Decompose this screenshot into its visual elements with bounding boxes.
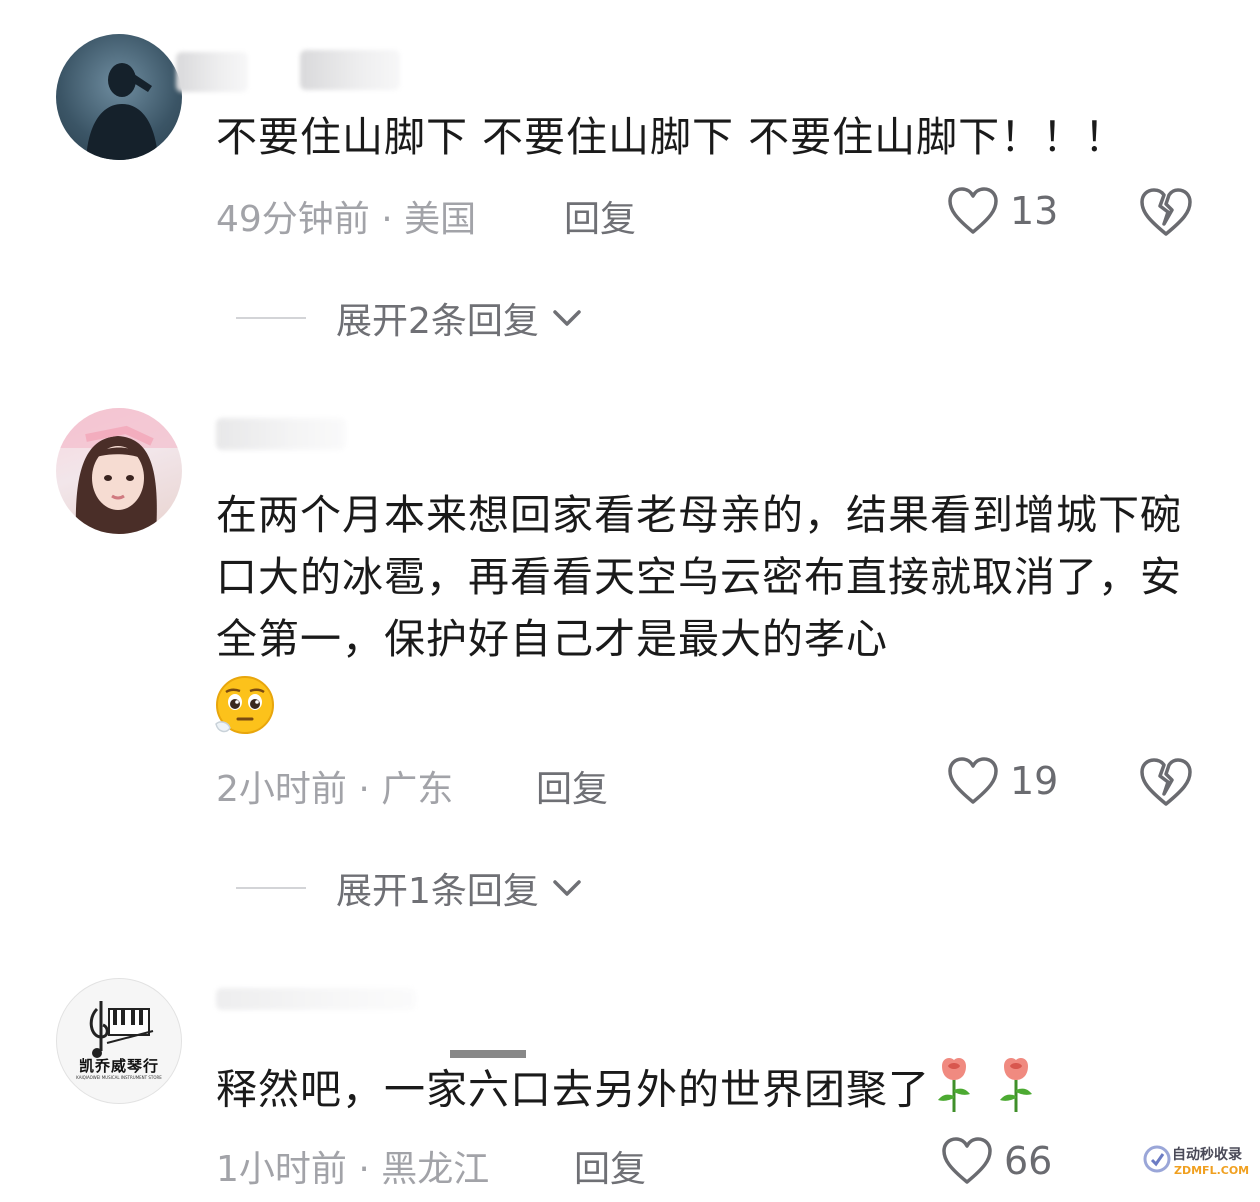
avatar-store-name: 凯乔威琴行 xyxy=(78,1057,159,1075)
avatar[interactable]: 凯乔威琴行 KAIQIAOWEI MUSICAL INSTRUMENT STOR… xyxy=(56,978,182,1104)
rose-emoji xyxy=(930,1054,978,1131)
heart-outline-icon xyxy=(942,1137,992,1184)
broken-heart-icon xyxy=(1140,758,1192,806)
heart-outline-icon xyxy=(948,757,998,804)
comment-text: 在两个月本来想回家看老母亲的，结果看到增城下碗口大的冰雹，再看看天空乌云密布直接… xyxy=(216,491,1182,663)
like-button[interactable]: 13 xyxy=(946,186,1058,236)
divider-line xyxy=(236,887,306,889)
dislike-button[interactable] xyxy=(1138,186,1194,242)
dislike-button[interactable] xyxy=(1138,756,1194,812)
reply-button[interactable]: 回复 xyxy=(536,760,608,812)
like-button[interactable]: 66 xyxy=(940,1136,1052,1186)
music-store-logo xyxy=(89,1001,154,1058)
expand-replies-label: 展开1条回复 xyxy=(336,871,539,912)
watermark-line2: ZDMFL.COM xyxy=(1174,1164,1250,1177)
time-location: 1小时前 · 黑龙江 xyxy=(216,1149,490,1190)
avatar[interactable] xyxy=(56,408,182,534)
heart-outline-icon xyxy=(948,187,998,234)
divider-line xyxy=(236,317,306,319)
rose-emoji xyxy=(992,1054,1040,1131)
username-blurred[interactable] xyxy=(300,50,400,90)
censor-bar xyxy=(450,1050,526,1058)
like-button[interactable]: 19 xyxy=(946,756,1058,806)
watermark-logo-icon xyxy=(1143,1145,1171,1173)
watermark: 自动秒收录 ZDMFL.COM xyxy=(1142,1136,1258,1192)
avatar-store-subname: KAIQIAOWEI MUSICAL INSTRUMENT STORE xyxy=(76,1075,162,1080)
expand-replies-button[interactable]: 展开2条回复 xyxy=(236,292,587,344)
avatar[interactable] xyxy=(56,34,182,160)
like-count: 13 xyxy=(1010,189,1059,233)
watermark-line1: 自动秒收录 xyxy=(1172,1147,1242,1163)
username-blurred[interactable] xyxy=(216,988,416,1010)
chevron-down-icon xyxy=(553,310,581,326)
expand-replies-button[interactable]: 展开1条回复 xyxy=(236,862,587,914)
girl-portrait-image xyxy=(56,408,182,534)
comment-text: 释然吧，一家六口去另外的世界团聚了 xyxy=(216,1054,1216,1131)
time-location: 49分钟前 · 美国 xyxy=(216,199,477,240)
comment-text-content: 释然吧，一家六口去另外的世界团聚了 xyxy=(216,1065,930,1114)
pleading-face-emoji xyxy=(214,674,276,740)
expand-replies-label: 展开2条回复 xyxy=(336,301,539,342)
reply-button[interactable]: 回复 xyxy=(574,1140,646,1192)
time-location: 2小时前 · 广东 xyxy=(216,769,454,810)
like-count: 66 xyxy=(1004,1139,1053,1183)
like-count: 19 xyxy=(1010,759,1059,803)
username-blurred[interactable] xyxy=(216,418,346,450)
silhouette-image xyxy=(86,63,158,160)
reply-button[interactable]: 回复 xyxy=(564,190,636,242)
chevron-down-icon xyxy=(553,880,581,896)
username-blurred[interactable] xyxy=(176,52,248,92)
broken-heart-icon xyxy=(1140,188,1192,236)
comment-text: 不要住山脚下 不要住山脚下 不要住山脚下！！！ xyxy=(216,113,1127,161)
